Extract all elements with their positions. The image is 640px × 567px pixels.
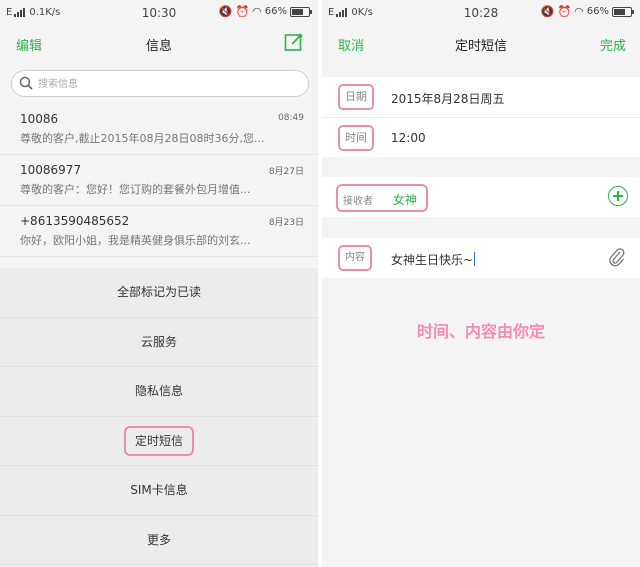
content-label: 内容 bbox=[338, 245, 372, 271]
message-time: 8月23日 bbox=[268, 218, 304, 228]
content-input[interactable]: 女神生日快乐~ bbox=[391, 251, 476, 268]
battery-icon bbox=[612, 6, 634, 17]
time-label: 时间 bbox=[338, 125, 374, 151]
date-label: 日期 bbox=[338, 84, 374, 110]
annotation-caption: 时间、内容由你定 bbox=[416, 322, 545, 341]
mark-all-read-option[interactable]: 全部标记为已读 bbox=[0, 268, 318, 318]
message-list: 10086 08:49 尊敬的客户,截止2015年08月28日08时36分,您.… bbox=[0, 104, 318, 257]
messages-screen: E 0.1K/s 10:30 🔇 ⏰ ◠ 66% 编辑 信息 搜索信息 1008… bbox=[0, 0, 318, 567]
search-bar[interactable] bbox=[11, 70, 309, 97]
mute-icon: 🔇 bbox=[540, 5, 555, 18]
cloud-service-option[interactable]: 云服务 bbox=[0, 318, 318, 367]
search-input[interactable] bbox=[38, 75, 298, 93]
recipient-label: 接收者 bbox=[343, 196, 373, 207]
nav-bar: 取消 定时短信 完成 bbox=[322, 26, 640, 60]
sender-number: 10086977 bbox=[20, 163, 82, 177]
wifi-icon: ◠ bbox=[574, 5, 584, 18]
message-row[interactable]: 10086977 8月27日 尊敬的客户：您好！您订购的套餐外包月增值... bbox=[0, 155, 318, 206]
status-bar: E 0K/s 10:28 🔇 ⏰ ◠ 66% bbox=[322, 0, 640, 26]
attachment-icon[interactable] bbox=[608, 246, 626, 268]
date-value[interactable]: 2015年8月28日周五 bbox=[391, 90, 504, 107]
page-title: 定时短信 bbox=[454, 39, 507, 54]
alarm-icon: ⏰ bbox=[235, 5, 250, 18]
action-menu: 全部标记为已读 云服务 隐私信息 定时短信 SIM卡信息 更多 bbox=[0, 268, 318, 567]
time-value[interactable]: 12:00 bbox=[391, 131, 426, 145]
battery-icon bbox=[290, 6, 312, 17]
compose-icon bbox=[284, 33, 303, 51]
schedule-card: 日期 2015年8月28日周五 时间 12:00 bbox=[322, 77, 640, 157]
date-row[interactable]: 日期 2015年8月28日周五 bbox=[322, 77, 640, 117]
done-button[interactable]: 完成 bbox=[600, 35, 626, 54]
recipient-name: 女神 bbox=[393, 193, 418, 207]
time-row[interactable]: 时间 12:00 bbox=[322, 117, 640, 157]
message-row[interactable]: +8613590485652 8月23日 你好，欧阳小姐，我是精英健身俱乐部的刘… bbox=[0, 206, 318, 257]
scheduled-sms-screen: E 0K/s 10:28 🔇 ⏰ ◠ 66% 取消 定时短信 完成 日期 201… bbox=[322, 0, 640, 567]
alarm-icon: ⏰ bbox=[557, 5, 572, 18]
message-preview: 尊敬的客户：您好！您订购的套餐外包月增值... bbox=[20, 183, 251, 196]
text-cursor bbox=[474, 252, 476, 266]
sender-number: 10086 bbox=[20, 112, 59, 126]
compose-button[interactable] bbox=[284, 32, 304, 56]
status-bar: E 0.1K/s 10:30 🔇 ⏰ ◠ 66% bbox=[0, 0, 318, 26]
content-row[interactable]: 内容 女神生日快乐~ bbox=[322, 238, 640, 278]
scheduled-sms-option[interactable]: 定时短信 bbox=[0, 417, 318, 466]
battery-percent: 66% bbox=[586, 6, 609, 17]
message-row[interactable]: 10086 08:49 尊敬的客户,截止2015年08月28日08时36分,您.… bbox=[0, 104, 318, 155]
search-icon bbox=[19, 76, 33, 90]
recipient-field[interactable]: 接收者 女神 bbox=[336, 184, 428, 212]
message-time: 08:49 bbox=[278, 113, 304, 123]
wifi-icon: ◠ bbox=[252, 5, 262, 18]
page-title: 信息 bbox=[145, 39, 172, 54]
message-time: 8月27日 bbox=[268, 167, 304, 177]
more-option[interactable]: 更多 bbox=[0, 516, 318, 565]
recipient-card: 接收者 女神 bbox=[322, 177, 640, 217]
content-card: 内容 女神生日快乐~ bbox=[322, 238, 640, 278]
nav-bar: 编辑 信息 bbox=[0, 26, 318, 60]
sender-number: +8613590485652 bbox=[20, 214, 130, 228]
add-recipient-icon[interactable] bbox=[608, 186, 628, 206]
recipient-row[interactable]: 接收者 女神 bbox=[322, 177, 640, 217]
battery-percent: 66% bbox=[264, 6, 287, 17]
sim-card-info-option[interactable]: SIM卡信息 bbox=[0, 466, 318, 516]
mute-icon: 🔇 bbox=[218, 5, 233, 18]
private-messages-option[interactable]: 隐私信息 bbox=[0, 367, 318, 417]
message-preview: 尊敬的客户,截止2015年08月28日08时36分,您... bbox=[20, 132, 265, 145]
message-preview: 你好，欧阳小姐，我是精英健身俱乐部的刘玄... bbox=[20, 234, 251, 247]
